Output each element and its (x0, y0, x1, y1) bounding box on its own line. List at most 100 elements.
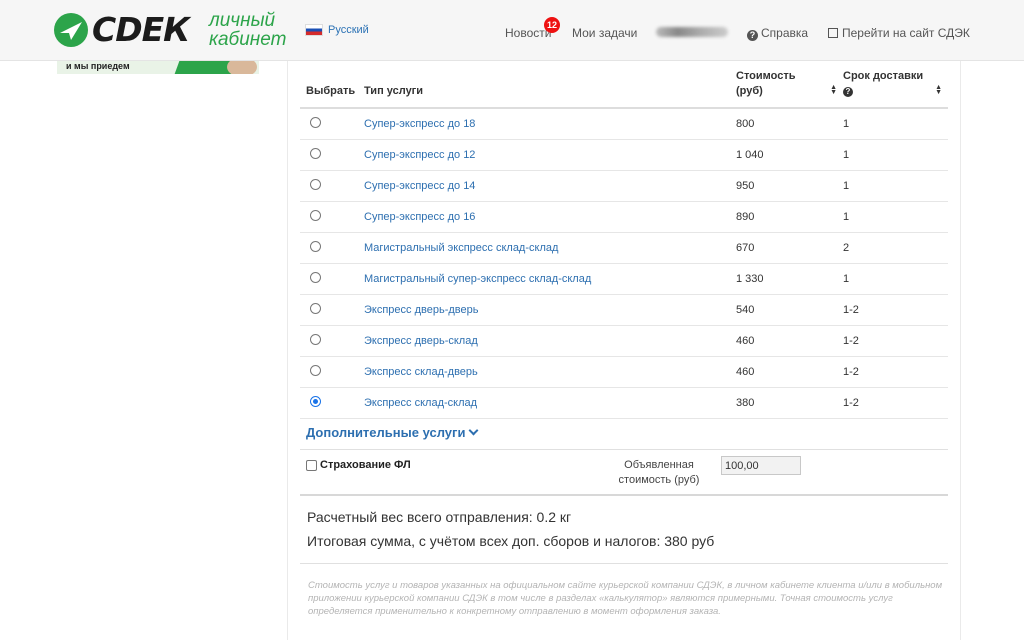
service-radio[interactable] (310, 116, 321, 128)
table-row[interactable]: Экспресс дверь-дверь 540 1-2 (300, 294, 948, 326)
service-radio[interactable] (310, 395, 321, 407)
user-name-blurred[interactable] (656, 27, 728, 37)
sort-icon[interactable]: ▲ ▼ (935, 84, 942, 96)
cost-cell: 670 (736, 232, 843, 264)
service-radio[interactable] (310, 178, 321, 190)
logo-arrow-icon (54, 13, 88, 47)
delivery-term-cell: 1 (843, 170, 948, 202)
table-row[interactable]: Супер-экспресс до 14 950 1 (300, 170, 948, 202)
delivery-term-cell: 1 (843, 108, 948, 140)
declared-value-label: Объявленная стоимость (руб) (618, 459, 700, 486)
service-type-cell: Экспресс склад-склад (364, 387, 736, 419)
divider (300, 563, 948, 564)
service-name-link[interactable]: Супер-экспресс до 16 (364, 211, 475, 223)
table-header-row: Выбрать Тип услуги Стоимость (руб) ▲ ▼ Ср… (300, 67, 948, 109)
service-radio[interactable] (310, 209, 321, 221)
cost-cell: 950 (736, 170, 843, 202)
service-type-cell: Магистральный экспресс склад-склад (364, 232, 736, 264)
service-type-cell: Экспресс склад-дверь (364, 356, 736, 388)
header-service-type: Тип услуги (364, 67, 736, 109)
service-radio[interactable] (310, 271, 321, 283)
service-radio[interactable] (310, 147, 321, 159)
select-cell (300, 232, 364, 264)
question-circle-icon: ? (747, 30, 758, 41)
russia-flag-icon (305, 24, 323, 36)
top-header: СDЕК личный кабинет Русский Новости 12 М… (0, 0, 1024, 61)
cost-cell: 460 (736, 325, 843, 357)
cost-cell: 460 (736, 356, 843, 388)
table-row[interactable]: Магистральный экспресс склад-склад 670 2 (300, 232, 948, 264)
cost-cell: 540 (736, 294, 843, 326)
cost-cell: 1 040 (736, 139, 843, 171)
select-cell (300, 387, 364, 419)
service-type-cell: Супер-экспресс до 12 (364, 139, 736, 171)
service-name-link[interactable]: Экспресс склад-склад (364, 397, 477, 409)
table-row[interactable]: Супер-экспресс до 12 1 040 1 (300, 139, 948, 171)
delivery-term-cell: 1 (843, 139, 948, 171)
nav-goto-site-link[interactable]: Перейти на сайт СДЭК (828, 26, 970, 40)
service-type-cell: Магистральный супер-экспресс склад-склад (364, 263, 736, 295)
table-row[interactable]: Экспресс склад-дверь 460 1-2 (300, 356, 948, 388)
table-row[interactable]: Экспресс склад-склад 380 1-2 (300, 387, 948, 419)
service-name-link[interactable]: Супер-экспресс до 14 (364, 180, 475, 192)
disclaimer-text: Стоимость услуг и товаров указанных на о… (308, 580, 943, 617)
weight-summary: Расчетный вес всего отправления: 0.2 кг (307, 509, 572, 525)
service-name-link[interactable]: Супер-экспресс до 18 (364, 118, 475, 130)
cost-cell: 890 (736, 201, 843, 233)
table-row[interactable]: Магистральный супер-экспресс склад-склад… (300, 263, 948, 295)
service-name-link[interactable]: Экспресс дверь-склад (364, 335, 478, 347)
select-cell (300, 356, 364, 388)
cost-cell: 380 (736, 387, 843, 419)
delivery-term-cell: 1 (843, 263, 948, 295)
select-cell (300, 294, 364, 326)
services-table: Выбрать Тип услуги Стоимость (руб) ▲ ▼ Ср… (300, 67, 948, 419)
declared-value-input[interactable] (721, 456, 801, 475)
service-type-cell: Супер-экспресс до 14 (364, 170, 736, 202)
service-radio[interactable] (310, 240, 321, 252)
service-name-link[interactable]: Экспресс склад-дверь (364, 366, 478, 378)
calculator-panel: Выбрать Тип услуги Стоимость (руб) ▲ ▼ Ср… (287, 61, 961, 640)
table-row[interactable]: Экспресс дверь-склад 460 1-2 (300, 325, 948, 357)
language-selector[interactable]: Русский (305, 24, 369, 36)
select-cell (300, 108, 364, 140)
service-type-cell: Экспресс дверь-склад (364, 325, 736, 357)
service-name-link[interactable]: Экспресс дверь-дверь (364, 304, 478, 316)
delivery-term-cell: 1 (843, 201, 948, 233)
language-label: Русский (328, 24, 369, 36)
select-cell (300, 170, 364, 202)
logo-wordmark: СDЕК (92, 10, 190, 49)
promo-banner[interactable]: и мы приедем (57, 61, 259, 74)
divider (300, 494, 948, 496)
delivery-term-cell: 1-2 (843, 294, 948, 326)
service-radio[interactable] (310, 302, 321, 314)
total-summary: Итоговая сумма, с учётом всех доп. сборо… (307, 533, 715, 549)
header-delivery-term[interactable]: Срок доставки ? ▲ ▼ (843, 67, 948, 109)
service-name-link[interactable]: Магистральный экспресс склад-склад (364, 242, 558, 254)
table-row[interactable]: Супер-экспресс до 16 890 1 (300, 201, 948, 233)
question-icon[interactable]: ? (843, 87, 853, 97)
service-type-cell: Супер-экспресс до 16 (364, 201, 736, 233)
select-cell (300, 263, 364, 295)
header-select: Выбрать (300, 67, 364, 109)
delivery-term-cell: 1-2 (843, 325, 948, 357)
additional-services-toggle[interactable]: Дополнительные услуги (306, 425, 479, 440)
service-name-link[interactable]: Супер-экспресс до 12 (364, 149, 475, 161)
select-cell (300, 325, 364, 357)
nav-help-link[interactable]: ? Справка (747, 26, 808, 41)
cost-cell: 1 330 (736, 263, 843, 295)
nav-tasks-link[interactable]: Мои задачи (572, 26, 637, 40)
service-radio[interactable] (310, 333, 321, 345)
insurance-option[interactable]: Страхование ФЛ (306, 459, 411, 471)
insurance-checkbox[interactable] (306, 459, 317, 471)
service-type-cell: Экспресс дверь-дверь (364, 294, 736, 326)
service-name-link[interactable]: Магистральный супер-экспресс склад-склад (364, 273, 591, 285)
service-radio[interactable] (310, 364, 321, 376)
header-cost[interactable]: Стоимость (руб) ▲ ▼ (736, 67, 843, 109)
insurance-label: Страхование ФЛ (320, 459, 411, 471)
sort-icon[interactable]: ▲ ▼ (830, 84, 837, 96)
select-cell (300, 201, 364, 233)
cdek-logo[interactable]: СDЕК личный кабинет (54, 10, 286, 49)
delivery-term-cell: 2 (843, 232, 948, 264)
chevron-down-icon (468, 425, 479, 436)
table-row[interactable]: Супер-экспресс до 18 800 1 (300, 108, 948, 140)
